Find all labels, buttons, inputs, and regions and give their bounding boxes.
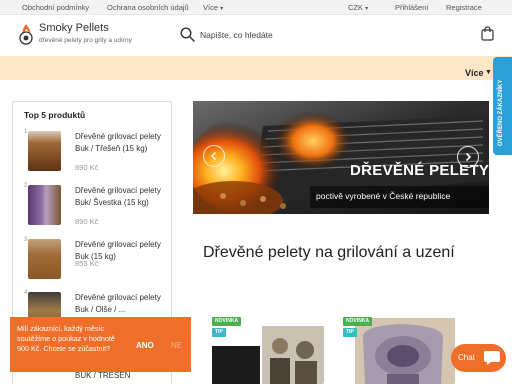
badge-new: NOVINKA: [212, 317, 242, 326]
badge-tip: TIP: [343, 328, 357, 337]
customer-reviews-label: OVĚŘENO ZÁKAZNÍKY: [498, 79, 504, 146]
page-heading: Dřevěné pelety na grilování a uzení: [203, 244, 455, 261]
chevron-down-icon: ▾: [220, 6, 224, 12]
sidebar-title: Top 5 produktů: [24, 110, 86, 120]
badge-new: NOVINKA: [343, 317, 373, 326]
product-price: 890 Kč: [75, 163, 99, 172]
cookie-accept-button[interactable]: ANO: [136, 341, 154, 350]
chat-icon[interactable]: [483, 349, 501, 366]
top-bar: Obchodní podmínky Ochrana osobních údajů…: [0, 0, 512, 15]
cookie-message: Milí zákazníci, každý měsíc soutěžíme o …: [17, 324, 115, 354]
login-link[interactable]: Přihlášení: [395, 3, 428, 12]
banner-subtitle: poctivě vyrobené v České republice: [316, 191, 451, 201]
arrow-right-icon: [465, 152, 472, 162]
banner-title: DŘEVĚNÉ PELETY: [350, 162, 490, 179]
arrow-left-icon: [210, 151, 217, 161]
product-image[interactable]: [28, 185, 61, 225]
product-card[interactable]: NOVINKA TIP: [210, 316, 324, 384]
product-price: 853 Kč: [75, 259, 99, 268]
search-icon[interactable]: [180, 27, 195, 42]
cookie-decline-button[interactable]: NE: [171, 341, 182, 350]
product-name[interactable]: Dřevěné grilovací pelety Buk / Třešeň (1…: [75, 131, 171, 155]
topbar-more-menu[interactable]: Více ▾: [203, 3, 223, 12]
product-card[interactable]: NOVINKA TIP: [341, 316, 455, 384]
register-link[interactable]: Registrace: [446, 3, 482, 12]
product-image[interactable]: [28, 131, 61, 171]
nav-more-menu[interactable]: Více: [465, 68, 484, 78]
search-input[interactable]: [200, 27, 350, 43]
topbar-more-label: Více: [203, 3, 219, 12]
product-rank: 3: [24, 237, 28, 243]
chevron-down-icon[interactable]: ▼: [485, 69, 492, 76]
banner-prev-button[interactable]: [203, 145, 225, 167]
nav-bar: [0, 56, 512, 80]
product-price: 890 Kč: [75, 217, 99, 226]
product-rank: 2: [24, 183, 28, 189]
cart-icon[interactable]: [481, 26, 494, 41]
product-name[interactable]: Dřevěné grilovací pelety Buk/ Švestka (1…: [75, 185, 171, 209]
privacy-link[interactable]: Ochrana osobních údajů: [107, 3, 189, 12]
logo-icon[interactable]: [18, 23, 34, 45]
product-rank: 4: [24, 290, 28, 296]
currency-select[interactable]: CZK ▾: [348, 3, 368, 12]
chevron-down-icon: ▾: [365, 6, 369, 12]
product-card-image: [341, 316, 455, 384]
site-header: Smoky Pellets dřevěné pelety pro grily a…: [0, 15, 512, 55]
badge-tip: TIP: [212, 328, 226, 337]
product-image[interactable]: [28, 239, 61, 279]
product-rank: 1: [24, 129, 28, 135]
store-name[interactable]: Smoky Pellets: [39, 22, 109, 34]
terms-link[interactable]: Obchodní podmínky: [22, 3, 89, 12]
product-name[interactable]: Dřevěné grilovací pelety Buk / Olše / ..…: [75, 292, 171, 316]
product-card-image: [210, 316, 324, 384]
currency-label: CZK: [348, 3, 363, 12]
chat-label[interactable]: Chat: [458, 353, 475, 362]
store-tagline: dřevěné pelety pro grily a udírny: [39, 37, 132, 44]
